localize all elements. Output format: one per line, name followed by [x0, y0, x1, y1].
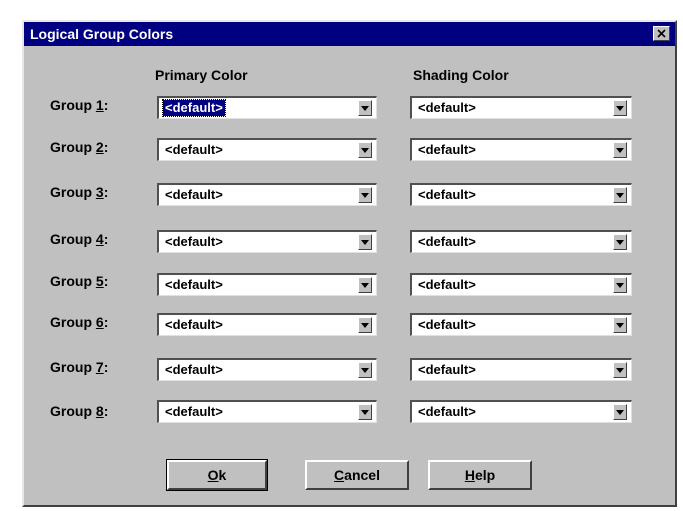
group-3-label: Group 3: — [50, 184, 109, 200]
chevron-down-icon — [616, 148, 624, 153]
combo-value: <default> — [418, 187, 476, 202]
group-1-primary-combo[interactable]: <default> — [157, 96, 377, 119]
combo-value: <default> — [165, 234, 223, 249]
chevron-down-icon — [361, 193, 369, 198]
group-8-shading-combo[interactable]: <default> — [410, 400, 632, 423]
dropdown-button[interactable] — [358, 234, 372, 250]
chevron-down-icon — [616, 240, 624, 245]
group-5-primary-combo[interactable]: <default> — [157, 273, 377, 296]
ok-button[interactable]: Ok — [166, 459, 268, 491]
combo-value: <default> — [418, 317, 476, 332]
combo-value: <default> — [165, 404, 223, 419]
group-2-shading-combo[interactable]: <default> — [410, 138, 632, 161]
group-1-shading-combo[interactable]: <default> — [410, 96, 632, 119]
chevron-down-icon — [616, 283, 624, 288]
combo-value: <default> — [165, 277, 223, 292]
combo-value: <default> — [165, 317, 223, 332]
dropdown-button[interactable] — [358, 100, 372, 116]
cancel-button[interactable]: Cancel — [305, 460, 409, 490]
group-7-shading-combo[interactable]: <default> — [410, 358, 632, 381]
combo-value: <default> — [165, 362, 223, 377]
group-7-primary-combo[interactable]: <default> — [157, 358, 377, 381]
group-4-shading-combo[interactable]: <default> — [410, 230, 632, 253]
group-1-label: Group 1: — [50, 97, 109, 113]
close-icon — [657, 29, 666, 38]
dropdown-button[interactable] — [613, 404, 627, 420]
logical-group-colors-dialog: Logical Group Colors Primary Color Shadi… — [22, 20, 677, 507]
group-7-label: Group 7: — [50, 359, 109, 375]
dropdown-button[interactable] — [358, 142, 372, 158]
chevron-down-icon — [616, 368, 624, 373]
dropdown-button[interactable] — [358, 362, 372, 378]
chevron-down-icon — [361, 106, 369, 111]
shading-color-header: Shading Color — [413, 67, 509, 83]
chevron-down-icon — [616, 106, 624, 111]
chevron-down-icon — [361, 240, 369, 245]
chevron-down-icon — [361, 283, 369, 288]
primary-color-header: Primary Color — [155, 67, 248, 83]
dropdown-button[interactable] — [613, 100, 627, 116]
dropdown-button[interactable] — [613, 362, 627, 378]
dropdown-button[interactable] — [358, 404, 372, 420]
combo-value: <default> — [418, 100, 476, 115]
dropdown-button[interactable] — [358, 277, 372, 293]
chevron-down-icon — [361, 368, 369, 373]
window-title: Logical Group Colors — [30, 26, 174, 42]
chevron-down-icon — [616, 410, 624, 415]
dropdown-button[interactable] — [358, 187, 372, 203]
combo-value: <default> — [162, 99, 226, 117]
chevron-down-icon — [616, 323, 624, 328]
group-5-shading-combo[interactable]: <default> — [410, 273, 632, 296]
combo-value: <default> — [418, 404, 476, 419]
group-2-label: Group 2: — [50, 139, 109, 155]
group-3-shading-combo[interactable]: <default> — [410, 183, 632, 206]
dropdown-button[interactable] — [358, 317, 372, 333]
group-8-primary-combo[interactable]: <default> — [157, 400, 377, 423]
group-5-label: Group 5: — [50, 273, 109, 289]
combo-value: <default> — [418, 234, 476, 249]
group-4-primary-combo[interactable]: <default> — [157, 230, 377, 253]
dropdown-button[interactable] — [613, 317, 627, 333]
title-bar[interactable]: Logical Group Colors — [24, 22, 675, 46]
dropdown-button[interactable] — [613, 234, 627, 250]
help-button[interactable]: Help — [428, 460, 532, 490]
combo-value: <default> — [165, 187, 223, 202]
chevron-down-icon — [616, 193, 624, 198]
close-button[interactable] — [653, 26, 670, 41]
group-4-label: Group 4: — [50, 231, 109, 247]
dropdown-button[interactable] — [613, 277, 627, 293]
combo-value: <default> — [418, 142, 476, 157]
group-8-label: Group 8: — [50, 403, 109, 419]
group-6-label: Group 6: — [50, 314, 109, 330]
group-2-primary-combo[interactable]: <default> — [157, 138, 377, 161]
group-6-shading-combo[interactable]: <default> — [410, 313, 632, 336]
chevron-down-icon — [361, 323, 369, 328]
combo-value: <default> — [165, 142, 223, 157]
combo-value: <default> — [418, 362, 476, 377]
dropdown-button[interactable] — [613, 142, 627, 158]
chevron-down-icon — [361, 148, 369, 153]
group-3-primary-combo[interactable]: <default> — [157, 183, 377, 206]
dropdown-button[interactable] — [613, 187, 627, 203]
group-6-primary-combo[interactable]: <default> — [157, 313, 377, 336]
chevron-down-icon — [361, 410, 369, 415]
combo-value: <default> — [418, 277, 476, 292]
